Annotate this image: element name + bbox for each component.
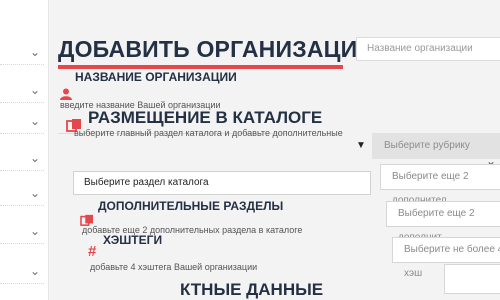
sidebar-row[interactable]: ⌄ <box>0 109 44 134</box>
sidebar-row[interactable]: ⌄ <box>0 259 44 284</box>
hashtag-icon: # <box>88 243 97 260</box>
chevron-down-icon[interactable]: ⌄ <box>30 265 40 277</box>
bottom-right-field[interactable] <box>444 264 500 294</box>
left-sidebar: ⌄ ⌄ ⌄ ⌄ ⌄ ⌄ ⌄ <box>0 0 49 300</box>
chevron-down-icon[interactable]: ⌄ <box>30 84 40 96</box>
sidebar-row[interactable]: ⌄ <box>0 181 44 206</box>
chevron-down-icon[interactable]: ⌄ <box>30 187 40 199</box>
caret-down-icon[interactable]: ▼ <box>356 140 366 151</box>
org-name-section-title: НАЗВАНИЕ ОРГАНИЗАЦИИ <box>75 70 237 84</box>
person-icon <box>60 88 72 100</box>
org-name-input[interactable]: Название организации <box>356 37 500 61</box>
page: ⌄ ⌄ ⌄ ⌄ ⌄ ⌄ ⌄ ДОБАВИТЬ ОРГАНИЗАЦИЮ Назва… <box>0 0 500 300</box>
sidebar-row[interactable]: ⌄ <box>0 146 44 171</box>
sidebar-row[interactable]: ⌄ <box>0 78 44 103</box>
title-underline <box>58 65 343 69</box>
extra-section-select-2[interactable]: Выберите еще 2 дополнит <box>386 201 500 243</box>
extra-sections-title: ДОПОЛНИТЕЛЬНЫЕ РАЗДЕЛЫ <box>98 199 284 213</box>
page-title: ДОБАВИТЬ ОРГАНИЗАЦИЮ <box>58 36 382 62</box>
hashtags-subtitle: добавьте 4 хэштега Вашей организации <box>90 262 258 272</box>
contacts-section-title: КТНЫЕ ДАННЫЕ <box>180 280 324 299</box>
hashtag-select[interactable]: Выберите не более 4 хэш <box>392 237 500 279</box>
chevron-down-icon[interactable]: ⌄ <box>30 115 40 127</box>
catalog-section-subtitle: выберите главный раздел каталога и добав… <box>74 128 343 138</box>
extra-section-select-1[interactable]: Выберите еще 2 дополнител <box>380 164 500 206</box>
sidebar-row[interactable]: ⌄ <box>0 40 44 65</box>
hashtags-title: ХЭШТЕГИ <box>103 233 163 247</box>
chevron-down-icon[interactable]: ⌄ <box>30 152 40 164</box>
rubric-select[interactable]: Выберите рубрику <box>372 133 500 159</box>
chevron-down-icon[interactable]: ⌄ <box>30 225 40 237</box>
catalog-select[interactable]: Выберите раздел каталога <box>73 171 371 195</box>
chevron-down-icon[interactable]: ⌄ <box>30 46 40 58</box>
catalog-section-title: РАЗМЕЩЕНИЕ В КАТАЛОГЕ <box>88 108 323 127</box>
sidebar-row[interactable]: ⌄ <box>0 219 44 244</box>
